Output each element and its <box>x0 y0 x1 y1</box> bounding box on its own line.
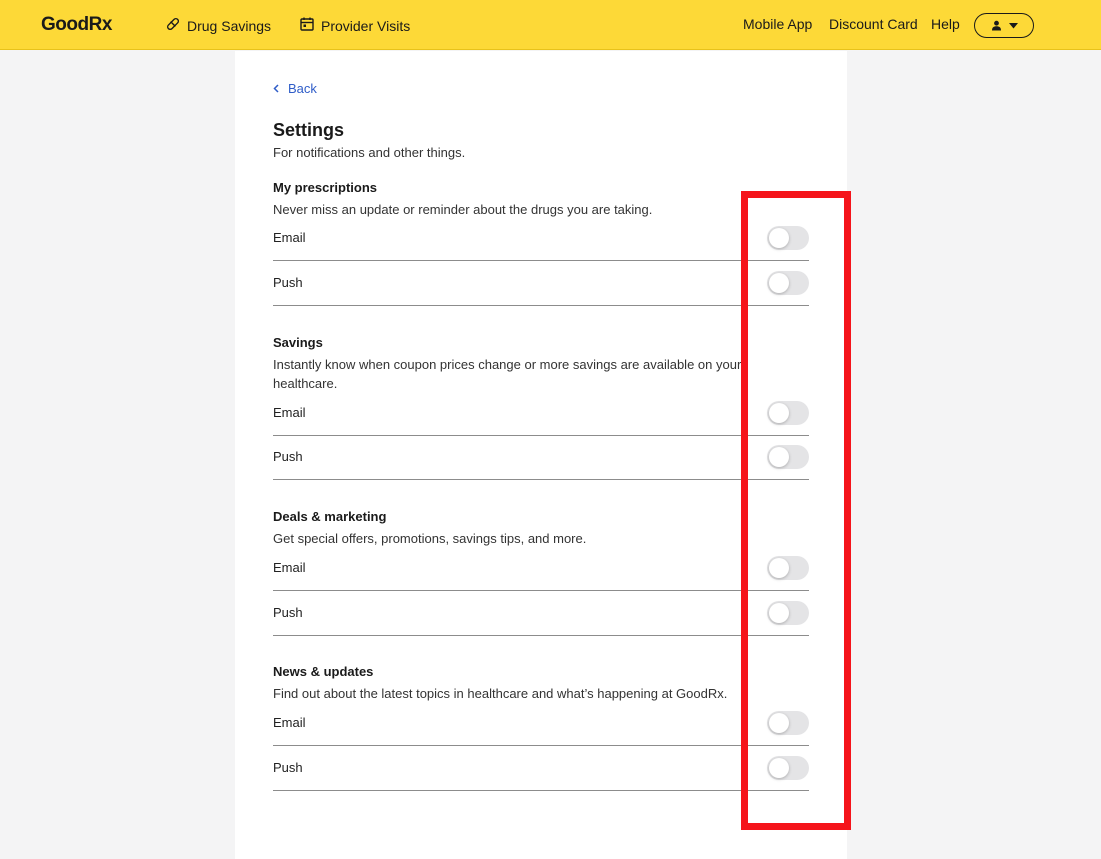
nav-help[interactable]: Help <box>931 16 960 32</box>
nav-discount-card[interactable]: Discount Card <box>829 16 918 32</box>
section-title: Savings <box>273 335 323 350</box>
nav-provider-visits-label: Provider Visits <box>321 17 411 34</box>
page-title: Settings <box>273 120 345 140</box>
setting-row-email: Email <box>273 391 809 436</box>
setting-row-email: Email <box>273 701 809 746</box>
section-description: Instantly know when coupon prices change… <box>273 357 742 391</box>
pill-icon <box>165 16 181 35</box>
back-link-label: Back <box>288 81 317 96</box>
setting-row-email: Email <box>273 216 809 261</box>
setting-row-push: Push <box>273 591 809 636</box>
setting-label: Push <box>273 275 303 290</box>
back-link[interactable]: Back <box>273 81 317 96</box>
setting-row-push: Push <box>273 261 809 306</box>
section-savings: Savings Instantly know when coupon price… <box>273 335 809 480</box>
setting-label: Email <box>273 715 306 730</box>
chevron-left-icon <box>273 81 279 96</box>
goodrx-logo[interactable]: GoodRx <box>41 14 112 36</box>
setting-label: Email <box>273 230 306 245</box>
page-subtitle: For notifications and other things. <box>273 145 466 160</box>
nav-provider-visits[interactable]: Provider Visits <box>299 16 410 35</box>
setting-label: Email <box>273 560 306 575</box>
account-menu-button[interactable] <box>974 13 1034 38</box>
nav-drug-savings-label: Drug Savings <box>187 17 272 34</box>
section-my-prescriptions: My prescriptions Never miss an update or… <box>273 180 809 306</box>
person-icon <box>991 20 1002 31</box>
section-news-updates: News & updates Find out about the latest… <box>273 664 809 791</box>
setting-label: Email <box>273 405 306 420</box>
setting-label: Push <box>273 760 303 775</box>
setting-label: Push <box>273 605 303 620</box>
section-title: Deals & marketing <box>273 509 387 524</box>
section-title: My prescriptions <box>273 180 378 195</box>
setting-row-push: Push <box>273 435 809 480</box>
highlight-annotation-box <box>741 191 851 830</box>
chevron-down-icon <box>1008 22 1018 29</box>
setting-row-email: Email <box>273 546 809 591</box>
nav-drug-savings[interactable]: Drug Savings <box>165 16 271 35</box>
setting-label: Push <box>273 449 303 464</box>
nav-mobile-app[interactable]: Mobile App <box>743 16 812 32</box>
top-navigation-bar: GoodRx Drug Savings Provider Visits Mobi… <box>0 0 1101 50</box>
calendar-icon <box>299 16 315 35</box>
section-deals-marketing: Deals & marketing Get special offers, pr… <box>273 509 809 636</box>
setting-row-push: Push <box>273 746 809 791</box>
section-title: News & updates <box>273 664 374 679</box>
